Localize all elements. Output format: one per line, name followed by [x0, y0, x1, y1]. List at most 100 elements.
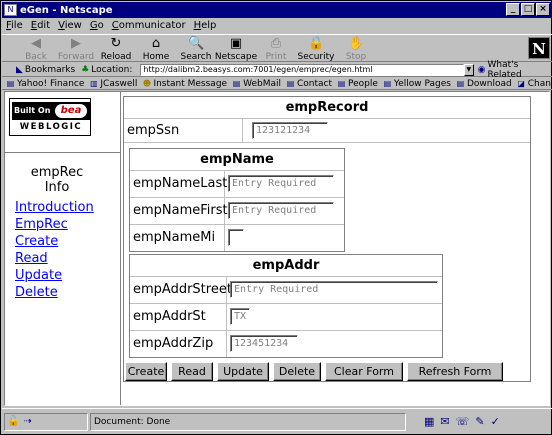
netscape-icon: ▣ [229, 36, 243, 51]
menu-go[interactable]: Go [86, 19, 108, 33]
link-update[interactable]: Update [15, 267, 94, 284]
url-field[interactable]: http://dalibm2.beasys.com:7001/egen/empr… [140, 63, 464, 76]
bookmark-yellow-pages[interactable]: ▤ Yellow Pages [383, 79, 451, 89]
status-text: Document: Done [90, 412, 406, 431]
emp-name-mi-label: empNameMi [131, 225, 225, 251]
print-icon: ⎙ [270, 36, 282, 51]
emp-name-mi-field[interactable] [228, 229, 244, 246]
close-button[interactable]: × [536, 3, 550, 16]
link-introduction[interactable]: Introduction [15, 199, 94, 216]
emp-addr-zip-row: empAddrZip 123451234 [130, 331, 442, 357]
back-arrow-icon: ◀ [31, 36, 41, 51]
clear-form-button[interactable]: Clear Form [325, 362, 403, 381]
emp-addr-zip-field[interactable]: 123451234 [230, 335, 298, 352]
bookmark-contact[interactable]: ▤ Contact [286, 79, 332, 89]
emp-ssn-label: empSsn [125, 119, 243, 142]
emp-addr-street-field[interactable]: Entry Required [230, 281, 438, 298]
composer-edit-icon[interactable]: ✓ [491, 415, 500, 428]
emp-addr-st-field[interactable]: TX [230, 308, 250, 325]
maximize-button[interactable]: □ [521, 3, 535, 16]
bookmark-page-icon: ▤ [337, 79, 346, 88]
stop-button[interactable]: ✋ Stop [336, 35, 376, 63]
bookmark-people[interactable]: ▤ People [337, 79, 378, 89]
bookmark-webmail[interactable]: ▤ WebMail [232, 79, 281, 89]
security-button[interactable]: 🔒 Security [296, 35, 336, 63]
emp-addr-title: empAddr [130, 255, 442, 277]
bookmark-jcaswell[interactable]: ▥ JCaswell [89, 79, 137, 89]
bookmark-download[interactable]: ▤ Download [456, 79, 512, 89]
minimize-button[interactable]: _ [506, 3, 520, 16]
emp-addr-table: empAddr empAddrStreet Entry Required emp… [129, 254, 443, 358]
link-emprec[interactable]: EmpRec [15, 216, 94, 233]
bookmark-page-icon: ▤ [6, 79, 15, 88]
security-status-icon[interactable]: 🔓 ⇢ [4, 412, 88, 431]
back-button[interactable]: ◀ Back [16, 35, 56, 63]
emp-ssn-field[interactable]: 123121234 [252, 122, 328, 139]
bookmark-page-icon: ▤ [232, 79, 241, 88]
home-button[interactable]: ⌂ Home [136, 35, 176, 63]
bookmark-channels[interactable]: ◪Channels [517, 79, 552, 89]
read-button[interactable]: Read [171, 362, 213, 381]
url-dropdown-button[interactable]: ▼ [463, 63, 474, 76]
print-button[interactable]: ⎙ Print [256, 35, 296, 63]
menu-view[interactable]: View [54, 19, 86, 33]
sidebar-title: empRec Info [30, 165, 84, 195]
emp-name-first-field[interactable]: Entry Required [228, 202, 334, 219]
location-bar: ◣ Bookmarks ♣ Location: http://dalibm2.bea… [2, 60, 552, 80]
status-bar: 🔓 ⇢ Document: Done ▦ ✉ ☏ ✎ ✓ [2, 408, 552, 434]
bookmark-instant-message[interactable]: ☻ Instant Message [142, 79, 227, 89]
menu-help[interactable]: Help [190, 19, 221, 33]
emp-addr-zip-label: empAddrZip [131, 331, 227, 357]
emp-record-title: empRecord [124, 97, 530, 119]
folder-icon: ▥ [90, 79, 98, 88]
bookmark-yahoo-finance[interactable]: ▤ Yahoo! Finance [6, 79, 85, 89]
lock-icon: 🔓 [7, 416, 20, 427]
create-button[interactable]: Create [125, 362, 167, 381]
link-create[interactable]: Create [15, 233, 94, 250]
link-read[interactable]: Read [15, 250, 94, 267]
personal-toolbar: ▤ Yahoo! Finance ▥ JCaswell ☻ Instant Messa… [2, 78, 552, 90]
navigator-icon[interactable]: ▦ [424, 415, 434, 428]
component-bar: ▦ ✉ ☏ ✎ ✓ [424, 415, 500, 428]
update-button[interactable]: Update [217, 362, 269, 381]
emp-name-mi-row: empNameMi [130, 225, 344, 251]
sidebar: Built On bea WEBLOGIC empRec Info Introd… [5, 92, 121, 405]
netscape-app-icon: N [4, 4, 17, 16]
emp-name-last-row: empNameLast Entry Required [130, 171, 344, 198]
emp-addr-st-label: empAddrSt [131, 304, 227, 330]
bookmark-page-icon: ▤ [383, 79, 392, 88]
browser-window: N eGen - Netscape _ □ × File Edit View G… [0, 0, 552, 435]
forward-arrow-icon: ▶ [71, 36, 81, 51]
forward-button[interactable]: ▶ Forward [56, 35, 96, 63]
discussion-icon[interactable]: ☏ [456, 415, 470, 428]
refresh-form-button[interactable]: Refresh Form [407, 362, 503, 381]
mail-icon[interactable]: ✉ [440, 415, 449, 428]
security-lock-icon: 🔒 [308, 36, 325, 51]
menu-edit[interactable]: Edit [27, 19, 54, 33]
delete-button[interactable]: Delete [273, 362, 321, 381]
netscape-button[interactable]: ▣ Netscape [215, 35, 257, 63]
whats-related-button[interactable]: ◉ What's Related [478, 60, 552, 80]
emp-name-last-field[interactable]: Entry Required [228, 175, 334, 192]
bea-logo: bea [55, 104, 87, 118]
search-button[interactable]: 🔍 Search [176, 35, 216, 63]
related-icon: ◉ [477, 64, 486, 75]
emp-name-last-label: empNameLast [131, 171, 227, 197]
emp-addr-street-label: empAddrStreet [131, 277, 232, 303]
menu-file[interactable]: File [2, 19, 27, 33]
sidebar-divider [5, 152, 120, 153]
bookmark-page-icon: ▤ [456, 79, 465, 88]
link-delete[interactable]: Delete [15, 284, 94, 301]
bookmarks-button[interactable]: ◣ Bookmarks [16, 65, 75, 75]
emp-name-title: empName [130, 149, 344, 171]
netscape-n-logo[interactable]: N [528, 37, 550, 59]
menu-communicator[interactable]: Communicator [108, 19, 190, 33]
sidebar-links: Introduction EmpRec Create Read Update D… [15, 199, 94, 301]
composer-icon[interactable]: ✎ [475, 415, 484, 428]
reload-button[interactable]: ↻ Reload [96, 35, 136, 63]
title-bar: N eGen - Netscape _ □ × [2, 2, 552, 18]
emp-ssn-row: empSsn 123121234 [124, 119, 530, 143]
bookmark-page-icon: ▤ [286, 79, 295, 88]
navigation-toolbar: ◀ Back ▶ Forward ↻ Reload ⌂ Home 🔍 Search ▣ Ne… [2, 34, 552, 62]
bookmark-icon: ◣ [16, 64, 23, 75]
